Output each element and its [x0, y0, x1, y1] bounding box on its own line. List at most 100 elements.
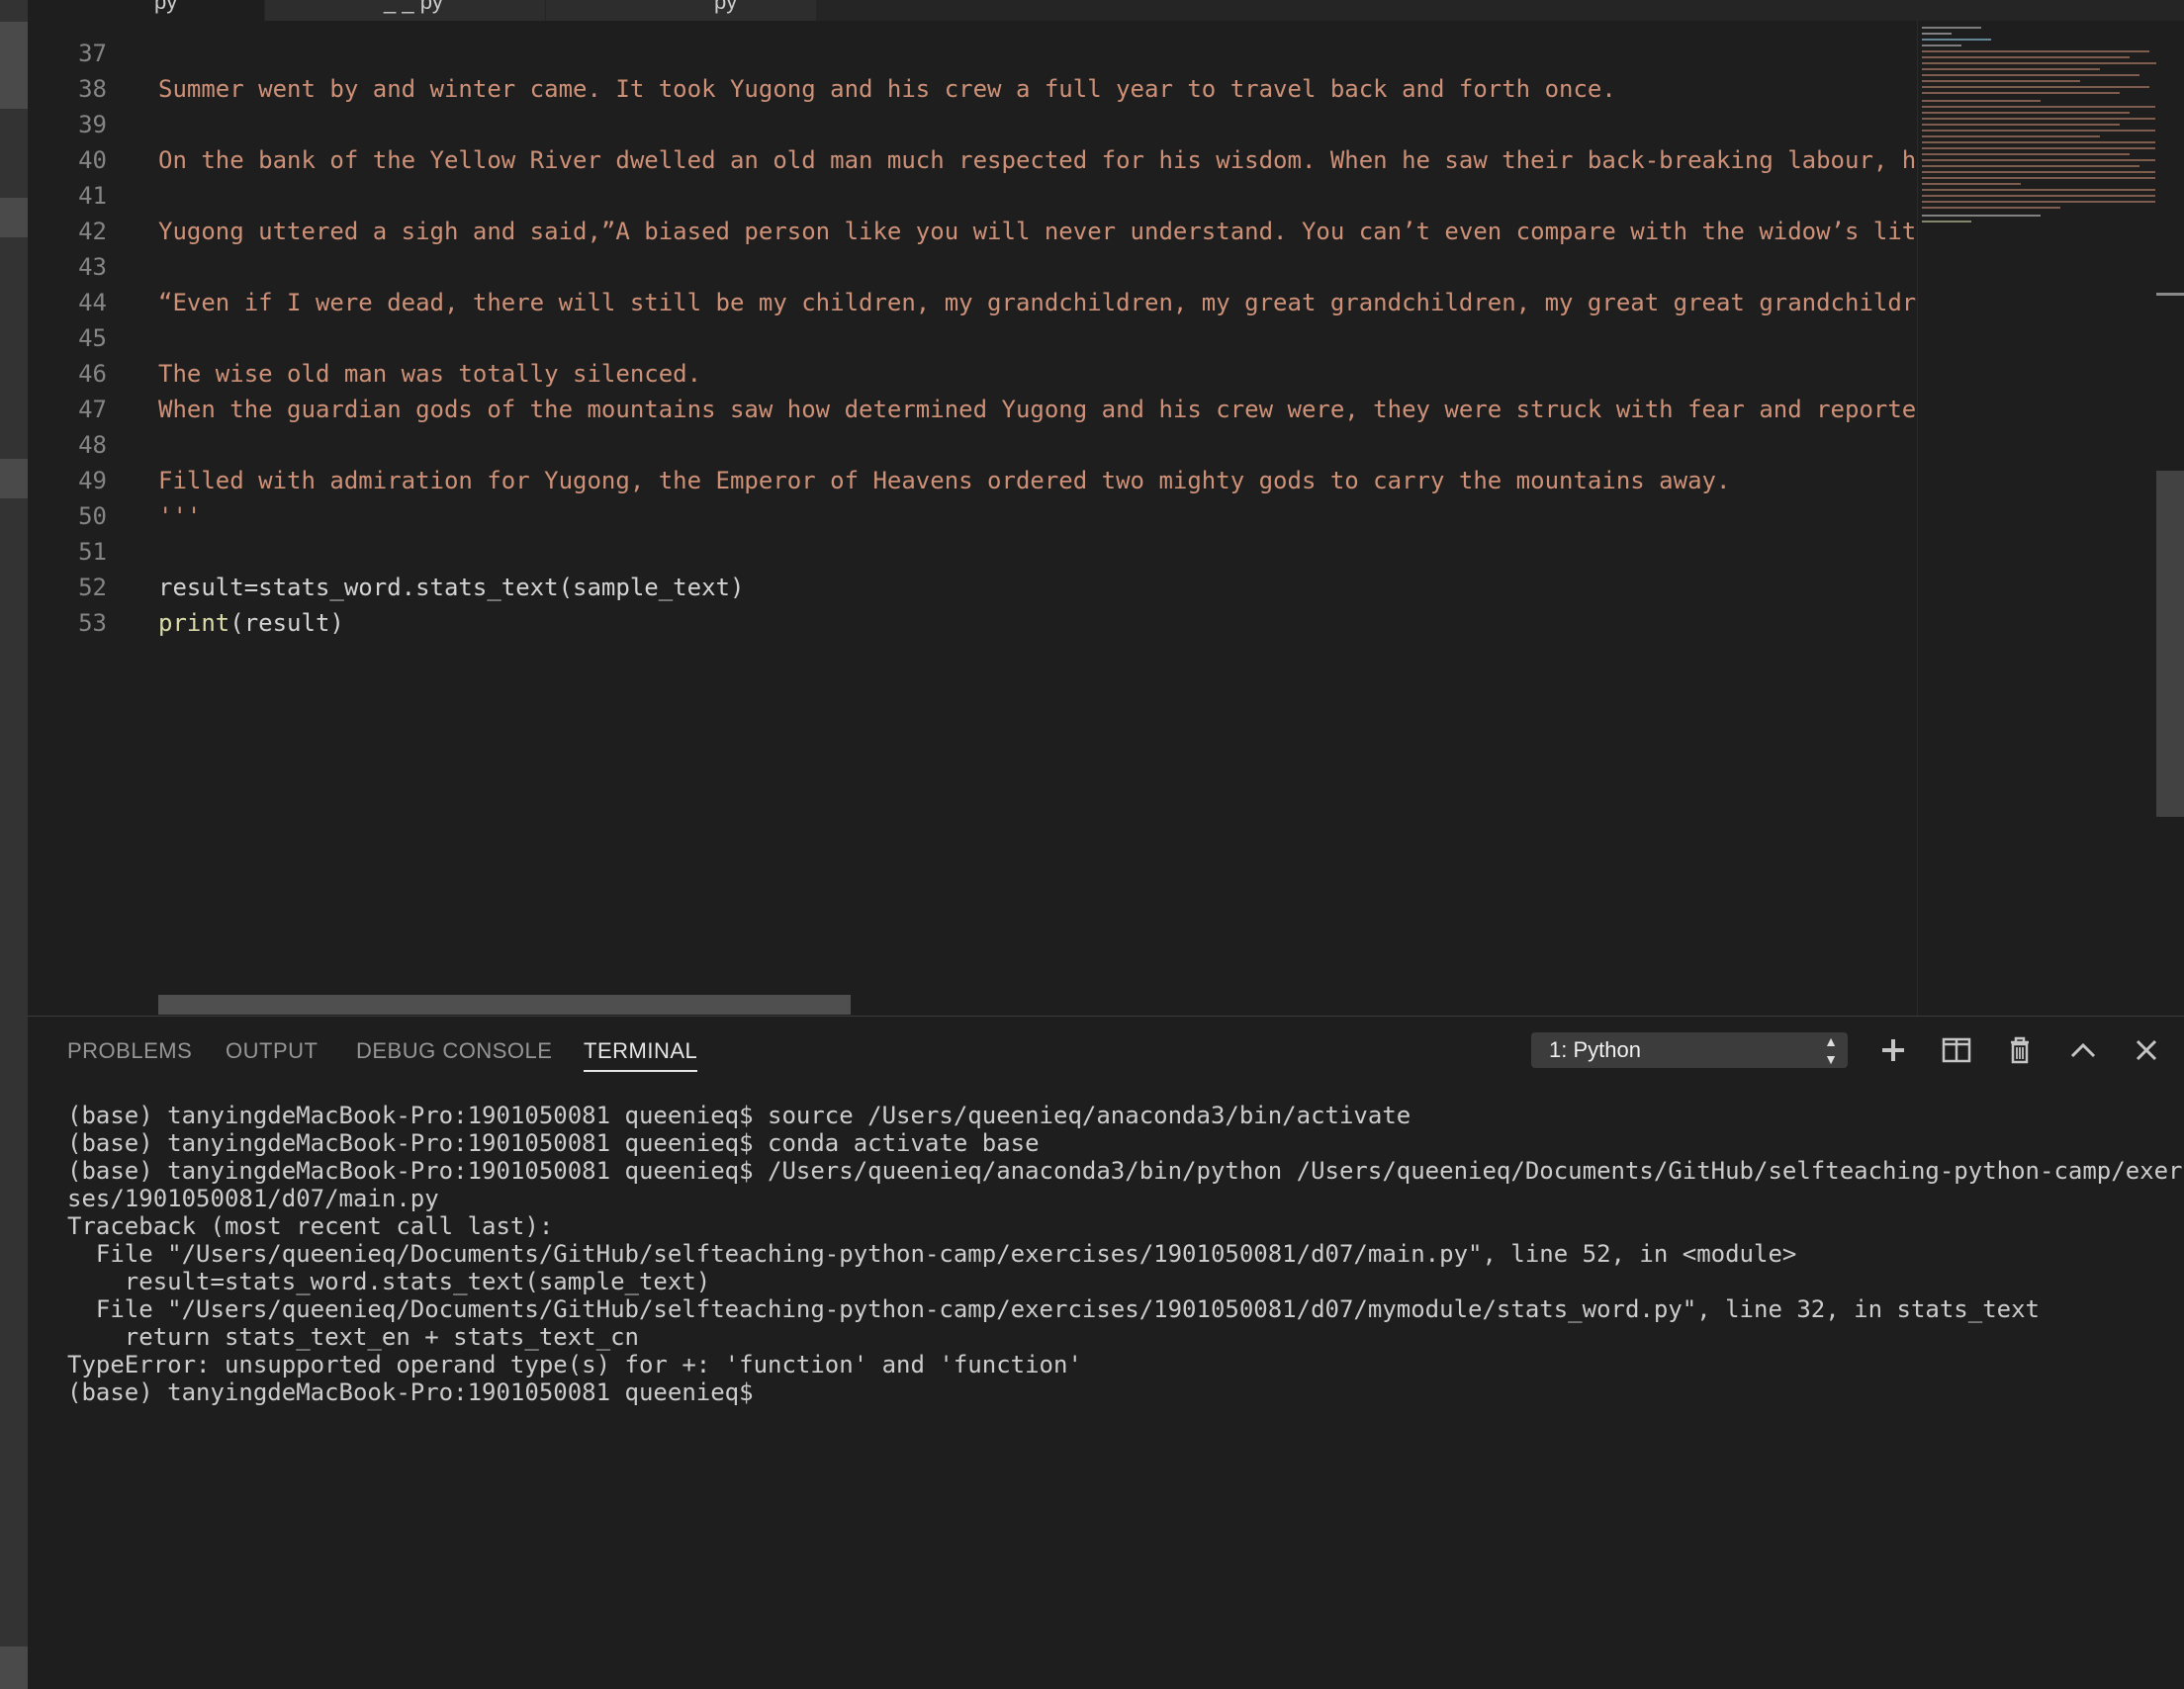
minimap-line: [1922, 124, 2120, 126]
minimap-line: [1922, 44, 1961, 46]
tab-file[interactable]: py: [546, 0, 817, 21]
code-text: result=stats_word.stats_text(sample_text…: [158, 574, 745, 601]
minimap-line: [1922, 118, 2155, 120]
line-number: 41: [78, 182, 107, 210]
minimap-line: [1922, 130, 2155, 132]
chevron-up-icon[interactable]: [2065, 1032, 2101, 1068]
vertical-scrollbar-thumb[interactable]: [2156, 471, 2184, 817]
minimap-line: [1922, 74, 2139, 76]
code-line[interactable]: 37: [28, 36, 1917, 71]
tab-terminal[interactable]: TERMINAL: [584, 1038, 698, 1072]
minimap-line: [1922, 165, 2139, 167]
tab-label: _ _ py: [384, 0, 443, 14]
code-line[interactable]: 38 Summer went by and winter came. It too…: [28, 71, 1917, 107]
terminal-line: TypeError: unsupported operand type(s) f…: [67, 1351, 1082, 1378]
tab-file[interactable]: _ _ py: [265, 0, 546, 21]
code-line[interactable]: 52 result=stats_word.stats_text(sample_te…: [28, 570, 1917, 605]
code-line[interactable]: 53 print(result): [28, 605, 1917, 641]
minimap-line: [1922, 201, 2155, 203]
minimap-line: [1922, 86, 2149, 88]
code-line[interactable]: 50 ''': [28, 498, 1917, 534]
bottom-panel: PROBLEMS OUTPUT DEBUG CONSOLE TERMINAL 1…: [28, 1016, 2184, 1689]
minimap-line: [1922, 195, 2155, 197]
terminal-line: return stats_text_en + stats_text_cn: [67, 1323, 639, 1351]
line-number: 51: [78, 538, 107, 566]
line-number: 43: [78, 253, 107, 281]
terminal-select-value: 1: Python: [1549, 1037, 1641, 1062]
minimap-line: [1922, 100, 2041, 102]
minimap-line: [1922, 56, 2130, 58]
tab-debug-console[interactable]: DEBUG CONSOLE: [356, 1038, 552, 1064]
terminal-select[interactable]: 1: Python ▲ ▼: [1531, 1032, 1848, 1068]
code-line[interactable]: 47 When the guardian gods of the mountain…: [28, 392, 1917, 427]
minimap-line: [1922, 171, 2155, 173]
code-line[interactable]: 51: [28, 534, 1917, 570]
plus-icon[interactable]: [1875, 1032, 1911, 1068]
code-line[interactable]: 46 The wise old man was totally silenced.: [28, 356, 1917, 392]
code-text: The wise old man was totally silenced.: [158, 360, 702, 388]
scrollbar-position-marker: [2156, 293, 2184, 296]
horizontal-scrollbar-thumb[interactable]: [158, 995, 851, 1015]
function-name: print: [158, 609, 230, 637]
line-number: 53: [78, 609, 107, 637]
line-number: 49: [78, 467, 107, 494]
code-text: Summer went by and winter came. It took …: [158, 75, 1616, 103]
terminal-line: (base) tanyingdeMacBook-Pro:1901050081 q…: [67, 1102, 1411, 1129]
code-text: print(result): [158, 605, 344, 641]
minimap-line: [1922, 147, 2155, 149]
trash-icon[interactable]: [2002, 1032, 2038, 1068]
close-icon[interactable]: [2129, 1032, 2164, 1068]
code-text: “Even if I were dead, there will still b…: [158, 289, 1917, 316]
code-line[interactable]: 43: [28, 249, 1917, 285]
activity-item[interactable]: [0, 1646, 28, 1689]
tab-label: py: [154, 0, 178, 14]
minimap-line: [1922, 159, 2155, 161]
minimap-line: [1922, 68, 2100, 70]
code-text: When the guardian gods of the mountains …: [158, 396, 1917, 423]
code-line[interactable]: 48: [28, 427, 1917, 463]
tab-output[interactable]: OUTPUT: [226, 1038, 318, 1064]
line-number: 38: [78, 75, 107, 103]
terminal-line: (base) tanyingdeMacBook-Pro:1901050081 q…: [67, 1129, 1040, 1157]
line-number: 39: [78, 111, 107, 138]
minimap[interactable]: [1917, 21, 2159, 1016]
line-number: 37: [78, 40, 107, 67]
minimap-line: [1922, 153, 2130, 155]
line-number: 45: [78, 324, 107, 352]
tab-main-py[interactable]: py: [28, 0, 265, 21]
minimap-line: [1922, 221, 1971, 222]
code-line[interactable]: 40 On the bank of the Yellow River dwelle…: [28, 142, 1917, 178]
minimap-line: [1922, 33, 1952, 35]
terminal-line: ses/1901050081/d07/main.py: [67, 1185, 439, 1212]
code-line[interactable]: 49 Filled with admiration for Yugong, the…: [28, 463, 1917, 498]
code-line[interactable]: 45: [28, 320, 1917, 356]
line-number: 42: [78, 218, 107, 245]
editor-tab-bar: py _ _ py py: [28, 0, 2184, 21]
activity-item[interactable]: [0, 22, 28, 109]
code-text: Filled with admiration for Yugong, the E…: [158, 467, 1731, 494]
activity-bar: [0, 0, 28, 1689]
split-icon[interactable]: [1939, 1032, 1974, 1068]
code-line[interactable]: 44 “Even if I were dead, there will still…: [28, 285, 1917, 320]
code-line[interactable]: 39: [28, 107, 1917, 142]
minimap-line: [1922, 189, 2155, 191]
terminal-output[interactable]: (base) tanyingdeMacBook-Pro:1901050081 q…: [67, 1102, 2184, 1406]
minimap-line: [1922, 183, 2021, 185]
call-args: (result): [229, 609, 344, 637]
tab-problems[interactable]: PROBLEMS: [67, 1038, 192, 1064]
terminal-line: (base) tanyingdeMacBook-Pro:1901050081 q…: [67, 1157, 2184, 1185]
code-line[interactable]: 41: [28, 178, 1917, 214]
line-number: 40: [78, 146, 107, 174]
code-editor[interactable]: 37 38 Summer went by and winter came. It t…: [28, 21, 1917, 1016]
minimap-line: [1922, 135, 2100, 137]
activity-item[interactable]: [0, 459, 28, 498]
code-text: Yugong uttered a sigh and said,”A biased…: [158, 218, 1917, 245]
minimap-line: [1922, 92, 2120, 94]
line-number: 44: [78, 289, 107, 316]
activity-item[interactable]: [0, 198, 28, 237]
code-line[interactable]: 42 Yugong uttered a sigh and said,”A bias…: [28, 214, 1917, 249]
line-number: 48: [78, 431, 107, 459]
minimap-line: [1922, 112, 2130, 114]
minimap-line: [1922, 27, 1981, 29]
vscode-window: py _ _ py py 37 38 Summer went by and wint…: [0, 0, 2184, 1689]
